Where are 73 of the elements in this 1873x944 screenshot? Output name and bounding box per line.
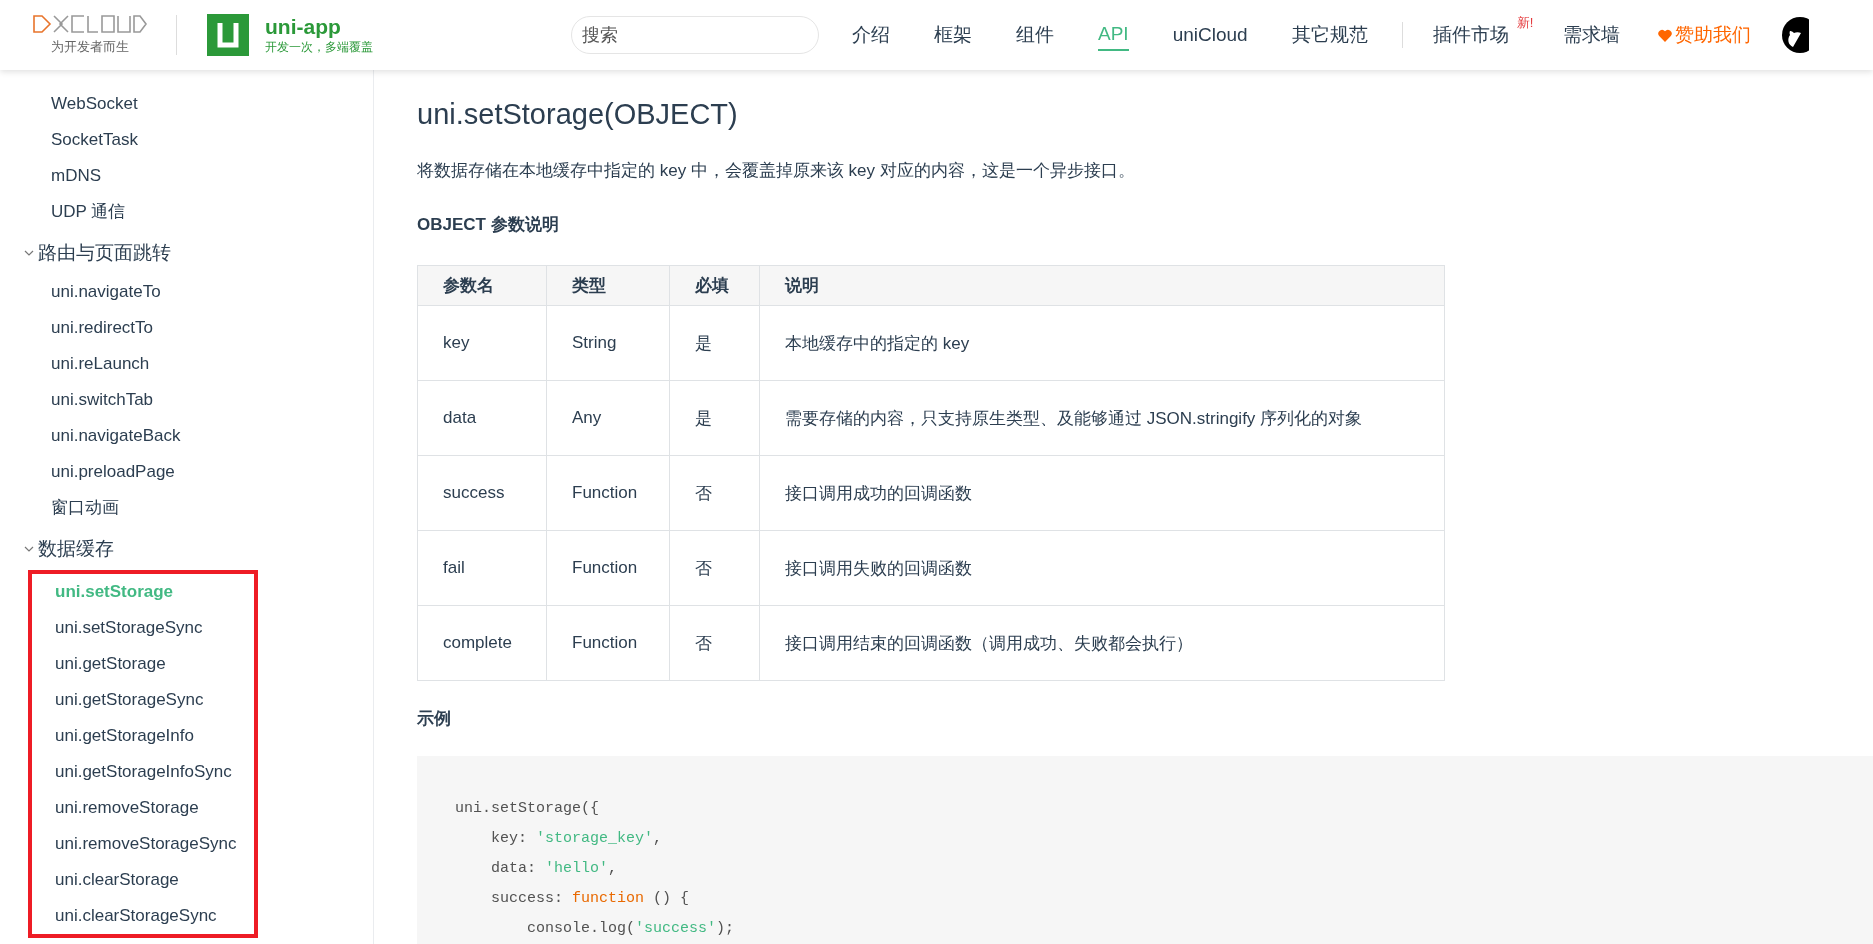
code-line: key: 'storage_key',: [490, 829, 663, 849]
sidebar-item[interactable]: mDNS: [24, 158, 102, 194]
sidebar-item[interactable]: uni.clearStorageSync: [32, 898, 217, 934]
product-name[interactable]: uni-app: [265, 14, 373, 39]
nav-link[interactable]: 介绍: [852, 18, 890, 52]
table-cell: 需要存储的内容，只支持原生类型、及能够通过 JSON.stringify 序列化的对象: [759, 380, 1445, 456]
column-header: 说明: [759, 265, 1445, 306]
sidebar-item[interactable]: SocketTask: [24, 122, 138, 158]
table-cell: 本地缓存中的指定的 key: [759, 305, 1445, 381]
table-cell: 是: [669, 305, 760, 381]
nav-link[interactable]: uniCloud: [1172, 20, 1248, 50]
column-header: 参数名: [417, 265, 547, 306]
table-cell: String: [546, 305, 670, 381]
product-slogan: 开发一次，多端覆盖: [265, 38, 373, 56]
sidebar-item[interactable]: uni.reLaunch: [24, 346, 150, 382]
sidebar-item[interactable]: 窗口动画: [24, 490, 119, 526]
sidebar-item[interactable]: uni.getStorageInfoSync: [32, 754, 232, 790]
search-field[interactable]: 搜索: [571, 16, 819, 54]
table-cell: complete: [417, 605, 547, 681]
page-title: uni.setStorage(OBJECT): [417, 98, 739, 131]
sidebar-item[interactable]: uni.navigateTo: [24, 274, 161, 310]
table-cell: 接口调用失败的回调函数: [759, 530, 1445, 606]
code-line: console.log('success');: [526, 919, 735, 939]
sidebar-item[interactable]: uni.preloadPage: [24, 454, 175, 490]
nav-link[interactable]: 框架: [934, 18, 972, 52]
sidebar-item[interactable]: uni.getStorage: [32, 646, 166, 682]
sidebar-item[interactable]: UDP 通信: [24, 194, 126, 230]
table-cell: Function: [546, 455, 670, 531]
table-cell: data: [417, 380, 547, 456]
table-cell: success: [417, 455, 547, 531]
logo-tagline: 为开发者而生: [51, 38, 129, 56]
table-cell: Any: [546, 380, 670, 456]
sidebar-item[interactable]: uni.setStorageSync: [32, 610, 203, 646]
column-header: 必填: [669, 265, 760, 306]
code-line: uni.setStorage({: [455, 799, 600, 819]
uni-app-logo-icon[interactable]: [207, 14, 249, 56]
nav-link[interactable]: 插件市场: [1432, 18, 1509, 52]
table-cell: 否: [669, 455, 760, 531]
table-cell: key: [417, 305, 547, 381]
sidebar-item[interactable]: uni.navigateBack: [24, 418, 181, 454]
new-label: 新!: [1516, 14, 1534, 32]
section-heading: 示例: [417, 708, 452, 730]
code-line: success: function () {: [490, 889, 690, 909]
dcloud-logo-icon[interactable]: [32, 14, 148, 34]
table-cell: Function: [546, 530, 670, 606]
sidebar-item[interactable]: uni.getStorageSync: [32, 682, 204, 718]
sidebar-item[interactable]: uni.removeStorageSync: [32, 826, 237, 862]
section-heading: OBJECT 参数说明: [417, 214, 560, 236]
sidebar-group[interactable]: 路由与页面跳转: [24, 232, 171, 274]
table-cell: fail: [417, 530, 547, 606]
sidebar-item[interactable]: uni.redirectTo: [24, 310, 154, 346]
code-line: data: 'hello',: [490, 859, 618, 879]
sidebar-item[interactable]: WebSocket: [24, 86, 138, 122]
table-cell: 否: [669, 605, 760, 681]
chevron-icon: [24, 249, 34, 257]
sidebar-group[interactable]: 数据缓存: [24, 528, 114, 570]
nav-link[interactable]: 组件: [1016, 18, 1054, 52]
chevron-icon: [24, 545, 34, 553]
github-icon[interactable]: [1779, 17, 1810, 53]
table-cell: 接口调用结束的回调函数（调用成功、失败都会执行）: [759, 605, 1445, 681]
sidebar-item[interactable]: uni.removeStorage: [32, 790, 199, 826]
nav-link[interactable]: 需求墙: [1563, 18, 1621, 52]
column-header: 类型: [546, 265, 670, 306]
table-cell: 接口调用成功的回调函数: [759, 455, 1445, 531]
table-cell: 否: [669, 530, 760, 606]
sidebar-item[interactable]: uni.switchTab: [24, 382, 154, 418]
table-cell: 是: [669, 380, 760, 456]
nav-link[interactable]: 其它规范: [1291, 18, 1368, 52]
description-text: 将数据存储在本地缓存中指定的 key 中，会覆盖掉原来该 key 对应的内容，这是一个异步接口。: [417, 160, 1136, 182]
sidebar-item[interactable]: uni.getStorageInfo: [32, 718, 194, 754]
heart-icon: [1658, 28, 1673, 42]
table-cell: Function: [546, 605, 670, 681]
sidebar-item[interactable]: uni.clearStorage: [32, 862, 179, 898]
